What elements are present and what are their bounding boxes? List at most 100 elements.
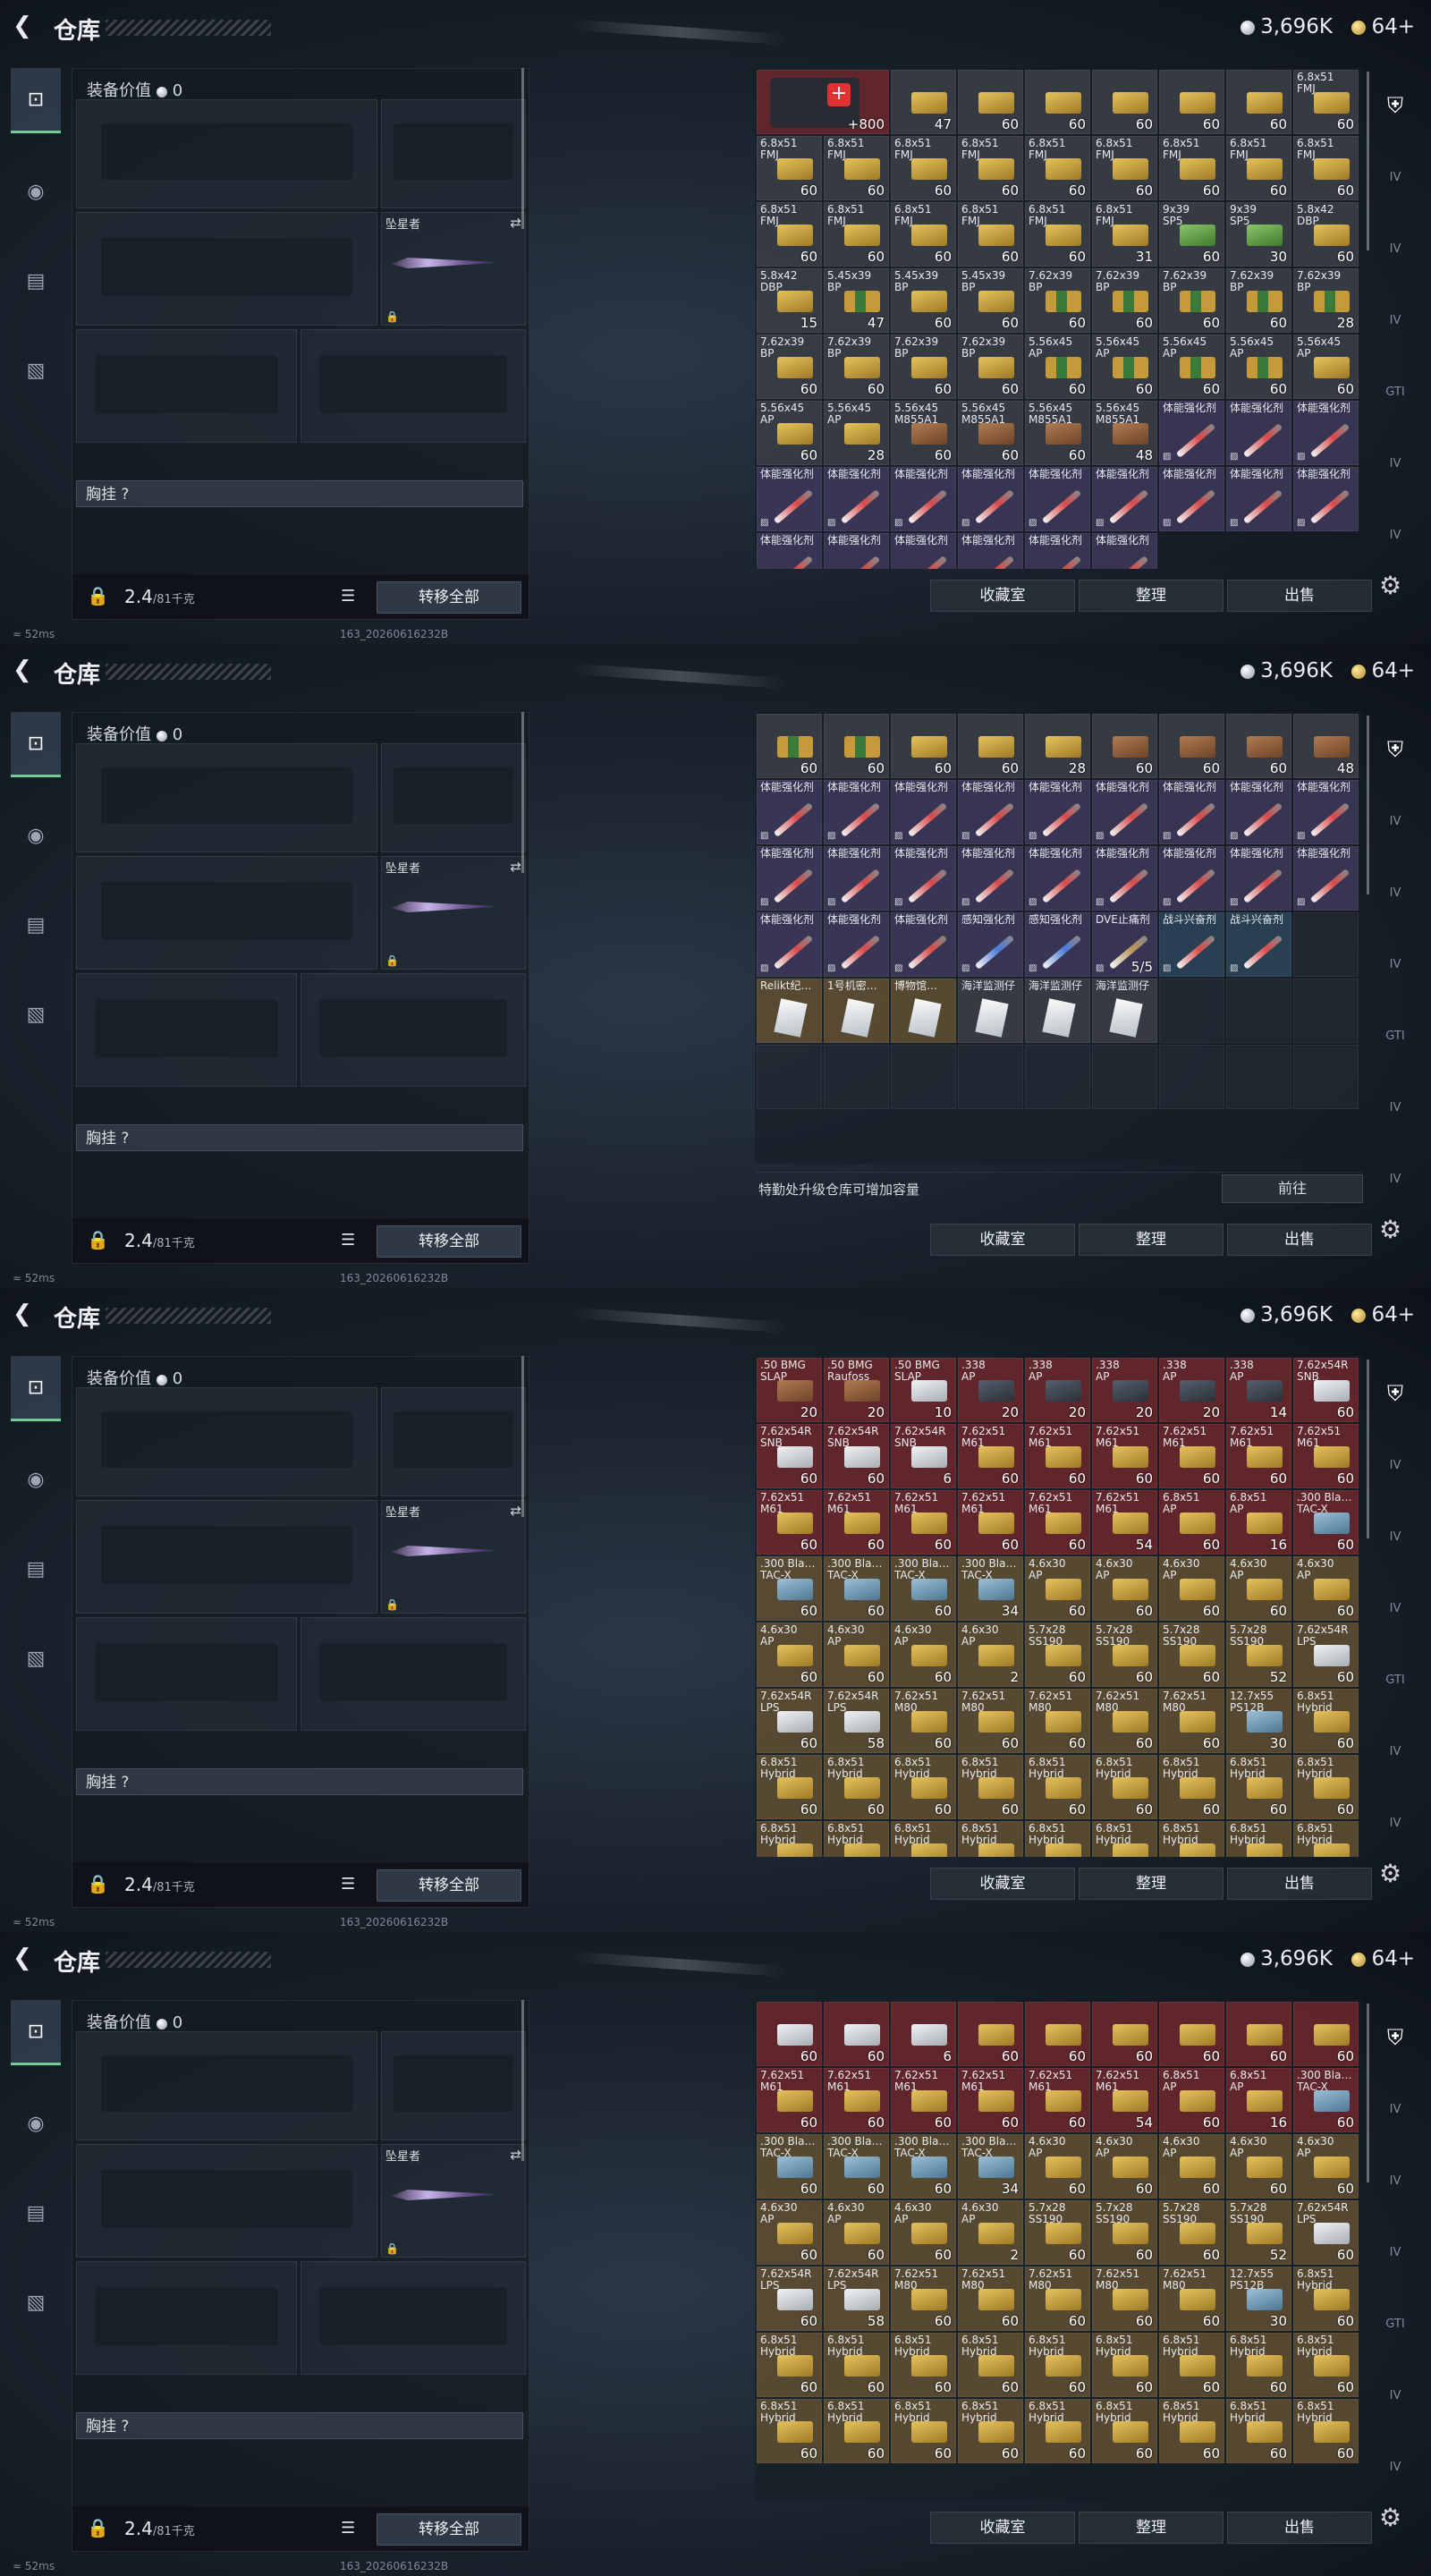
inventory-item[interactable]: ▨ DVE止痛剂 5/5 [1092, 912, 1157, 977]
storage-tab-gti[interactable]: GTI [1376, 365, 1415, 419]
nav-backpack[interactable]: ▧ [11, 2271, 61, 2334]
collection-room-button[interactable]: 收藏室 [930, 580, 1075, 612]
helmet-slot[interactable] [76, 2261, 297, 2375]
inventory-item[interactable]: 60 [1226, 714, 1291, 778]
inventory-item[interactable]: 6 [891, 2002, 956, 2066]
secondary-weapon-slot[interactable] [76, 1500, 377, 1614]
inventory-item[interactable]: .50 BMG SLAP 10 [891, 1358, 956, 1422]
inventory-item[interactable]: 6.8x51 Hybrid 60 [958, 2333, 1023, 2397]
chest-rig-header[interactable]: 胸挂 ? [76, 1768, 523, 1795]
inventory-item[interactable]: 7.62x51 M61 60 [1025, 1490, 1090, 1555]
inventory-item[interactable]: 6.8x51 Hybrid [891, 1821, 956, 1857]
inventory-item[interactable]: 6.8x51 Hybrid 60 [1025, 1755, 1090, 1819]
inventory-item[interactable]: 7.62x39 BP 60 [891, 335, 956, 399]
inventory-item[interactable]: ▨体能强化剂 [757, 533, 822, 569]
inventory-item[interactable]: 5.7x28 SS190 60 [1092, 2200, 1157, 2265]
inventory-item[interactable]: .338 AP 20 [1025, 1358, 1090, 1422]
inventory-item[interactable]: 7.62x51 M80 60 [1159, 2267, 1224, 2331]
melee-slot[interactable]: 坠星者 ⇄ 🔒 [381, 212, 526, 326]
inventory-item[interactable]: 6.8x51 Hybrid 60 [1159, 1755, 1224, 1819]
primary-weapon-slot[interactable] [76, 2031, 377, 2140]
settings-gear-icon[interactable]: ⚙ [1379, 2503, 1401, 2532]
inventory-item[interactable]: 28 [1025, 714, 1090, 778]
nav-weapons[interactable]: ⊡ [11, 712, 61, 777]
sort-button[interactable]: 整理 [1079, 1868, 1224, 1900]
collection-room-button[interactable]: 收藏室 [930, 1224, 1075, 1256]
inventory-item[interactable]: 60 [958, 714, 1023, 778]
inventory-item[interactable]: 7.62x51 M80 60 [1092, 1689, 1157, 1753]
pistol-slot[interactable] [381, 99, 526, 208]
inventory-item[interactable]: 4.6x30 AP 60 [1092, 2134, 1157, 2199]
helmet-slot[interactable] [76, 1617, 297, 1731]
inventory-item[interactable]: ▨体能强化剂 [891, 912, 956, 977]
inventory-item[interactable]: .300 Bla… TAC-X 60 [824, 2134, 889, 2199]
inventory-item[interactable]: 6.8x51 Hybrid 60 [757, 2333, 822, 2397]
inventory-item[interactable]: .338 AP 14 [1226, 1358, 1291, 1422]
inventory-item[interactable]: .338 AP 20 [1159, 1358, 1224, 1422]
sell-button[interactable]: 出售 [1227, 580, 1372, 612]
inventory-item[interactable]: 4.6x30 AP 60 [1025, 1556, 1090, 1621]
inventory-item[interactable]: 5.56x45 M855A1 60 [1025, 401, 1090, 465]
inventory-item[interactable]: 7.62x39 BP 60 [757, 335, 822, 399]
inventory-item[interactable]: ▨体能强化剂 [1092, 533, 1157, 569]
inventory-item[interactable]: 6.8x51 Hybrid 60 [958, 1755, 1023, 1819]
inventory-item[interactable]: 7.62x54R SNB 60 [757, 1424, 822, 1488]
inventory-item[interactable]: ▨体能强化剂 [824, 912, 889, 977]
swap-icon[interactable]: ⇄ [510, 859, 521, 875]
nav-armor[interactable]: ◉ [11, 804, 61, 867]
inventory-item[interactable]: 6.8x51 FMJ 60 [1025, 136, 1090, 200]
loadout-scrollbar[interactable] [521, 68, 524, 229]
inventory-item[interactable]: 7.62x51 M80 60 [1025, 1689, 1090, 1753]
nav-rig[interactable]: ▤ [11, 894, 61, 956]
inventory-item[interactable]: 7.62x51 M61 60 [1226, 1424, 1291, 1488]
inventory-item[interactable]: 6.8x51 Hybrid 60 [1092, 1755, 1157, 1819]
nav-armor[interactable]: ◉ [11, 1448, 61, 1511]
inventory-item[interactable]: ▨体能强化剂 [1025, 533, 1090, 569]
inventory-item[interactable]: 6.8x51 Hybrid [1092, 1821, 1157, 1857]
inventory-item[interactable]: 4.6x30 AP 2 [958, 1623, 1023, 1687]
nav-armor[interactable]: ◉ [11, 160, 61, 223]
inventory-item[interactable]: ▨体能强化剂 [1159, 401, 1224, 465]
inventory-item[interactable]: 7.62x54R LPS 60 [1293, 1623, 1359, 1687]
storage-tab-iv-2[interactable]: IV [1376, 1510, 1415, 1563]
inventory-item[interactable]: 7.62x54R LPS 60 [757, 2267, 822, 2331]
inventory-item[interactable]: 5.56x45 M855A1 48 [1092, 401, 1157, 465]
warehouse-tab-icon[interactable]: ⛨ [1376, 1367, 1415, 1420]
inventory-item[interactable]: 5.45x39 BP 47 [824, 268, 889, 333]
storage-tab-gti[interactable]: GTI [1376, 2297, 1415, 2351]
storage-tab-iv-4[interactable]: IV [1376, 1724, 1415, 1778]
loadout-scrollbar[interactable] [521, 1356, 524, 1517]
inventory-item[interactable]: .300 Bla… TAC-X 60 [1293, 1490, 1359, 1555]
inventory-item[interactable]: 6.8x51 FMJ 60 [958, 202, 1023, 267]
inventory-item[interactable]: 5.7x28 SS190 52 [1226, 1623, 1291, 1687]
inventory-item[interactable]: 7.62x54R SNB 60 [824, 1424, 889, 1488]
inventory-item[interactable]: 7.62x54R SNB 60 [1293, 1358, 1359, 1422]
swap-icon[interactable]: ⇄ [510, 215, 521, 231]
inventory-item[interactable]: 海洋监测仔 [1025, 979, 1090, 1043]
nav-armor[interactable]: ◉ [11, 2092, 61, 2155]
inventory-item[interactable]: 5.7x28 SS190 60 [1025, 1623, 1090, 1687]
inventory-item[interactable]: 7.62x39 BP 60 [1226, 268, 1291, 333]
nav-weapons[interactable]: ⊡ [11, 2000, 61, 2065]
armor-slot[interactable] [301, 329, 526, 443]
inventory-item[interactable]: 6.8x51 Hybrid 60 [1293, 2399, 1359, 2463]
inventory-item[interactable]: 6.8x51 Hybrid [1293, 1821, 1359, 1857]
inventory-item[interactable]: 6.8x51 FMJ 60 [891, 202, 956, 267]
inventory-item[interactable]: 7.62x51 M61 60 [958, 1424, 1023, 1488]
back-arrow-icon[interactable]: ❮ [13, 1301, 39, 1327]
inventory-item[interactable]: 7.62x51 M80 60 [1159, 1689, 1224, 1753]
nav-backpack[interactable]: ▧ [11, 1627, 61, 1690]
inventory-item[interactable]: 7.62x51 M80 60 [891, 2267, 956, 2331]
inventory-item[interactable]: ▨体能强化剂 [958, 846, 1023, 911]
inventory-item[interactable]: 6.8x51 AP 16 [1226, 1490, 1291, 1555]
inventory-item[interactable]: 4.6x30 AP 60 [1226, 1556, 1291, 1621]
inventory-item[interactable]: 4.6x30 AP 60 [824, 2200, 889, 2265]
inventory-item[interactable]: 6.8x51 FMJ 60 [757, 136, 822, 200]
storage-tab-iv-5[interactable]: IV [1376, 1152, 1415, 1206]
inventory-item[interactable]: 9x39 SP5 60 [1159, 202, 1224, 267]
inventory-item[interactable]: 6.8x51 Hybrid 60 [824, 2333, 889, 2397]
inventory-item[interactable]: ▨体能强化剂 [1025, 846, 1090, 911]
inventory-item[interactable]: 6.8x51 Hybrid 60 [891, 2399, 956, 2463]
storage-tab-iv-4[interactable]: IV [1376, 436, 1415, 490]
inventory-item[interactable]: 5.7x28 SS190 60 [1159, 1623, 1224, 1687]
